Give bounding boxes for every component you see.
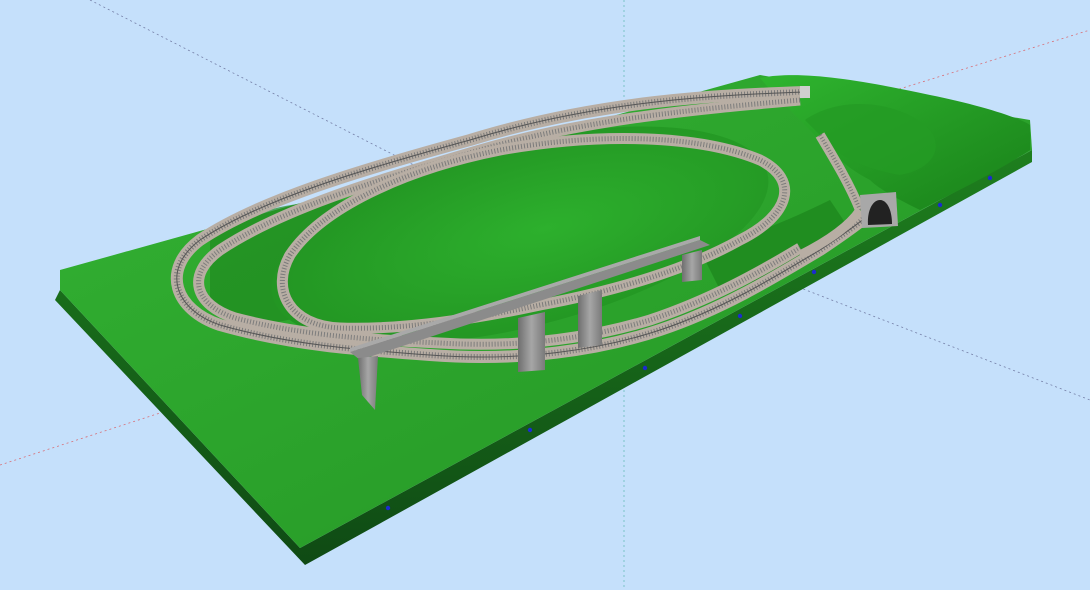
tunnel-portal [860,192,898,228]
viaduct-pier [682,250,702,282]
scene-canvas[interactable] [0,0,1090,590]
viaduct-pier [518,312,545,372]
viaduct-pier [578,290,602,348]
track-end-marker [800,86,810,98]
3d-viewport[interactable] [0,0,1090,590]
